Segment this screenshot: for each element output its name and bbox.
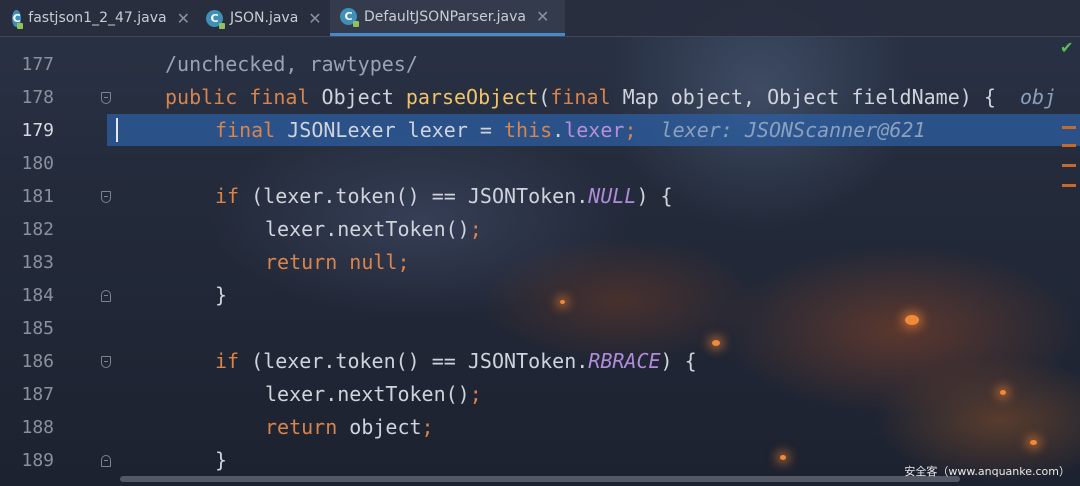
code-line[interactable]: 181 if (lexer.token() == JSONToken.NULL)… — [0, 180, 1080, 213]
semicolon: ; — [469, 217, 482, 241]
semicolon: ; — [397, 250, 410, 274]
statement: JSONLexer lexer = — [287, 118, 504, 142]
editor-tab-bar: C fastjson1_2_47.java ✕ C JSON.java ✕ C … — [0, 0, 1080, 37]
tab-label: JSON.java — [230, 10, 299, 26]
line-number: 177 — [21, 54, 54, 75]
code-line[interactable]: 182 lexer.nextToken(); — [0, 213, 1080, 246]
line-number: 187 — [21, 384, 54, 405]
constant: RBRACE — [588, 349, 661, 373]
closing-brace: } — [215, 448, 228, 472]
line-number: 181 — [21, 186, 54, 207]
line-number: 184 — [21, 285, 54, 306]
code-line[interactable]: 187 lexer.nextToken(); — [0, 378, 1080, 411]
variable: object — [349, 415, 422, 439]
keyword: return — [265, 415, 350, 439]
line-number: 178 — [21, 87, 54, 108]
keyword: final — [215, 118, 288, 142]
statement: lexer.nextToken() — [265, 217, 470, 241]
code-comment: /unchecked, rawtypes/ — [165, 52, 418, 76]
tab-label: fastjson1_2_47.java — [28, 10, 167, 26]
java-class-icon: C — [340, 8, 359, 27]
code-line-current[interactable]: 179 final JSONLexer lexer = this.lexer; … — [0, 114, 1080, 147]
line-number: 185 — [21, 318, 54, 339]
keyword: return null — [265, 250, 398, 274]
type-name: Object — [321, 85, 406, 109]
fold-toggle-icon[interactable] — [101, 290, 111, 302]
code-line[interactable]: 186 if (lexer.token() == JSONToken.RBRAC… — [0, 345, 1080, 378]
line-number: 179 — [21, 120, 54, 141]
condition: (lexer.token() == JSONToken. — [251, 184, 589, 208]
line-number: 189 — [21, 450, 54, 471]
keyword: final — [550, 85, 623, 109]
fold-toggle-icon[interactable] — [101, 455, 111, 467]
keyword: if — [215, 184, 252, 208]
line-number: 188 — [21, 417, 54, 438]
code-text: lexer.nextToken(); — [265, 213, 482, 246]
line-number: 180 — [21, 153, 54, 174]
semicolon: ; — [469, 382, 482, 406]
java-class-icon: C — [206, 9, 225, 29]
params: Map object, Object fieldName) { — [622, 85, 996, 109]
keyword: public final — [165, 85, 322, 109]
code-line[interactable]: 184 } — [0, 279, 1080, 312]
brace: ) { — [636, 184, 673, 208]
inline-debug-hint: obj — [1019, 85, 1057, 109]
code-line[interactable]: 177 /unchecked, rawtypes/ — [0, 48, 1080, 81]
line-number: 186 — [21, 351, 54, 372]
close-icon[interactable]: ✕ — [536, 7, 549, 26]
code-line[interactable]: 178 public final Object parseObject(fina… — [0, 81, 1080, 114]
code-text: public final Object parseObject(final Ma… — [165, 81, 1056, 114]
close-icon[interactable]: ✕ — [177, 9, 190, 28]
line-number: 182 — [21, 219, 54, 240]
code-line[interactable]: 188 return object; — [0, 411, 1080, 444]
tab-defaultjsonparser[interactable]: C DefaultJSONParser.java ✕ — [330, 0, 565, 36]
code-line[interactable]: 180 — [0, 147, 1080, 180]
code-line[interactable]: 185 — [0, 312, 1080, 345]
fold-toggle-icon[interactable] — [101, 92, 111, 104]
brace: ) { — [660, 349, 697, 373]
code-line[interactable]: 183 return null; — [0, 246, 1080, 279]
tab-label: DefaultJSONParser.java — [364, 8, 526, 25]
code-text: if (lexer.token() == JSONToken.NULL) { — [215, 180, 673, 213]
watermark: 安全客（www.anquanke.com） — [904, 465, 1070, 478]
paren: ( — [538, 85, 551, 109]
semicolon: ; — [624, 118, 637, 142]
java-class-icon: C — [12, 9, 24, 29]
line-number: 183 — [21, 252, 54, 273]
error-stripe-marker[interactable] — [1062, 184, 1076, 187]
error-stripe-marker[interactable] — [1062, 144, 1076, 147]
closing-brace: } — [215, 283, 228, 307]
code-text: return null; — [265, 246, 410, 279]
statement: lexer.nextToken() — [265, 382, 470, 406]
dot: . — [552, 118, 565, 142]
horizontal-scrollbar[interactable] — [120, 476, 960, 482]
constant: NULL — [588, 184, 637, 208]
code-text: lexer.nextToken(); — [265, 378, 482, 411]
keyword: if — [215, 349, 252, 373]
code-text: if (lexer.token() == JSONToken.RBRACE) { — [215, 345, 697, 378]
condition: (lexer.token() == JSONToken. — [251, 349, 589, 373]
error-stripe-marker[interactable] — [1062, 164, 1076, 167]
fold-toggle-icon[interactable] — [101, 191, 111, 203]
method-name: parseObject — [405, 85, 539, 109]
tab-fastjson1-2-47[interactable]: C fastjson1_2_47.java ✕ — [12, 0, 190, 36]
code-text: final JSONLexer lexer = this.lexer; lexe… — [215, 114, 925, 147]
fold-toggle-icon[interactable] — [101, 356, 111, 368]
tab-json[interactable]: C JSON.java ✕ — [206, 0, 326, 36]
keyword: this — [504, 118, 553, 142]
field-name: lexer — [564, 118, 625, 142]
error-stripe-marker[interactable] — [1062, 126, 1076, 129]
semicolon: ; — [421, 415, 434, 439]
close-icon[interactable]: ✕ — [308, 9, 321, 28]
code-text: return object; — [265, 411, 434, 444]
inline-debug-hint: lexer: JSONScanner@621 — [660, 118, 926, 142]
